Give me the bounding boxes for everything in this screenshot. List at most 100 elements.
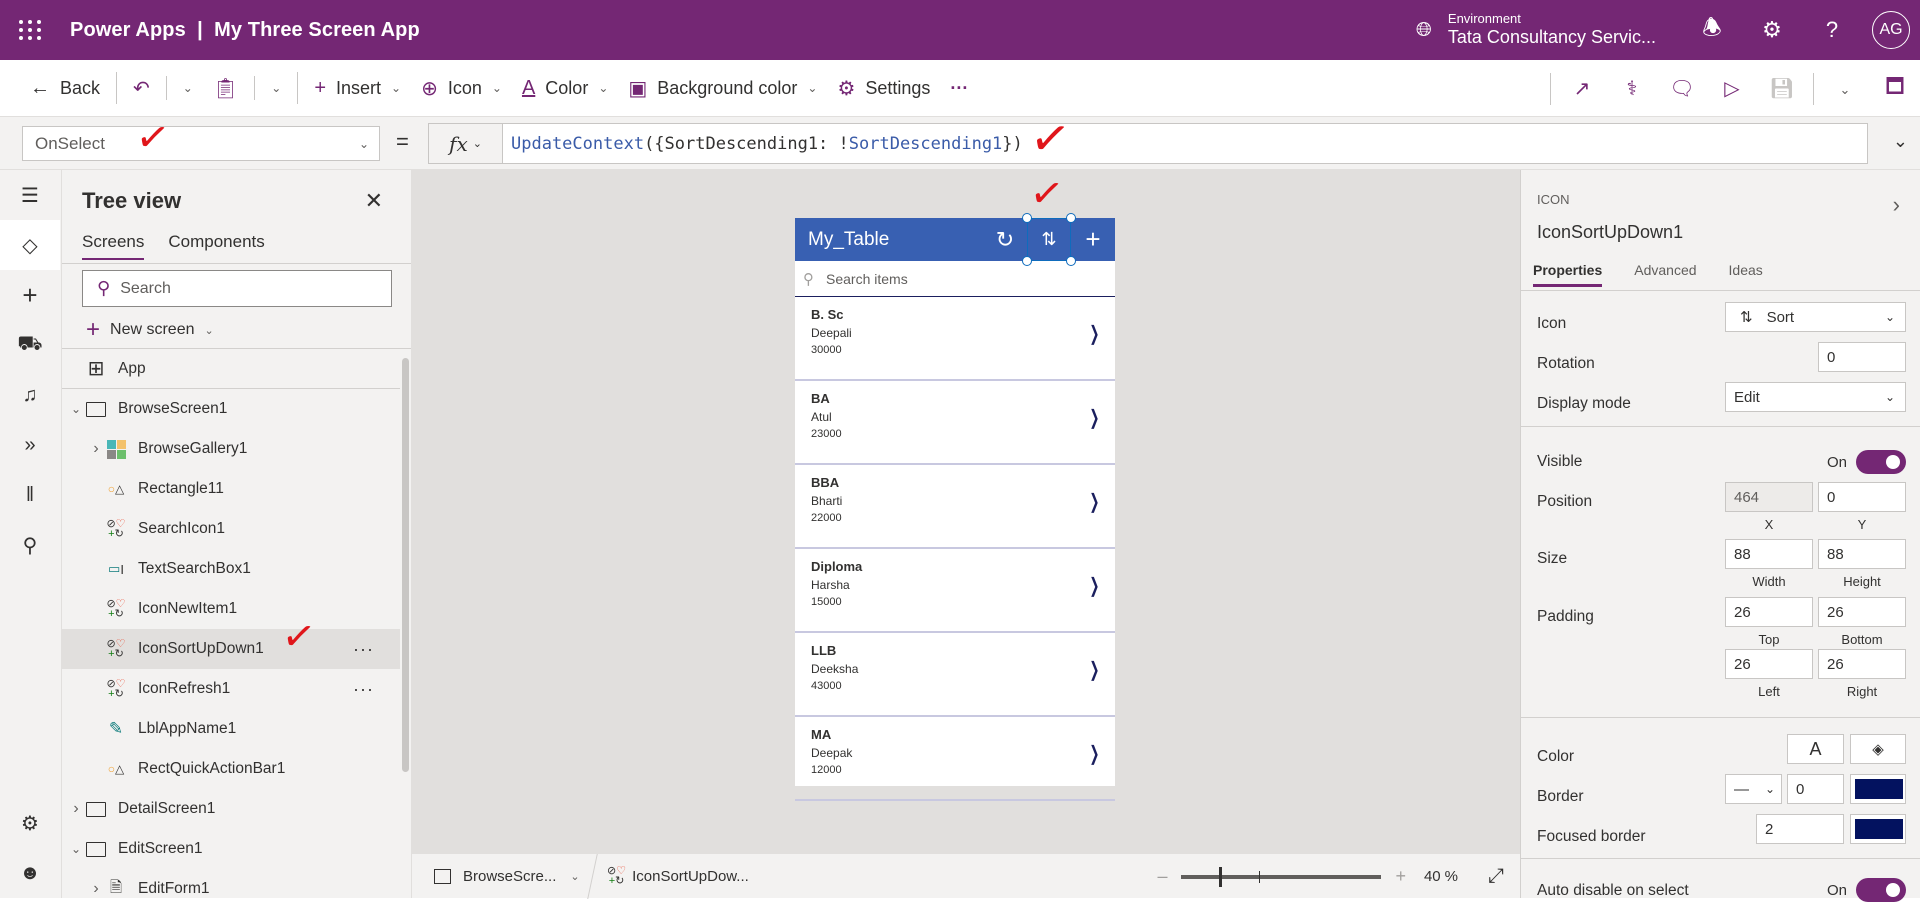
border-width-input[interactable]: 0 (1787, 774, 1844, 804)
app-search-box[interactable]: ⚲ Search items (795, 261, 1115, 297)
virtual-agent-button[interactable]: ☻ (0, 848, 60, 898)
tree-item[interactable]: ○ △ Rectangle11 (62, 469, 400, 509)
more-options-button[interactable]: ··· (353, 679, 374, 700)
power-automate-button[interactable]: » (0, 420, 60, 470)
preview-button[interactable]: ▷ (1707, 76, 1757, 101)
chevron-right-icon[interactable]: › (88, 880, 104, 898)
control-breadcrumb[interactable]: ⊘♡ +↻ IconSortUpDow... (607, 866, 749, 887)
back-button[interactable]: ← Back (20, 68, 110, 108)
zoom-out-button[interactable]: – (1157, 866, 1167, 887)
function-button[interactable]: fx ⌄ (429, 124, 503, 163)
chevron-right-icon[interactable]: ❯ (1090, 573, 1100, 597)
new-screen-button[interactable]: + New screen ⌄ (86, 316, 214, 344)
tab-components[interactable]: Components (168, 232, 264, 260)
chevron-down-icon[interactable]: ⌄ (68, 402, 84, 416)
chevron-right-icon[interactable]: ❯ (1090, 405, 1100, 429)
fill-color-picker[interactable]: ◈ (1850, 734, 1906, 764)
zoom-slider-thumb[interactable] (1219, 866, 1223, 887)
display-mode-dropdown[interactable]: Edit ⌄ (1725, 382, 1906, 412)
more-options-button[interactable]: ··· (353, 639, 374, 660)
tab-advanced[interactable]: Advanced (1634, 262, 1696, 287)
border-style-dropdown[interactable]: — ⌄ (1725, 774, 1782, 804)
chevron-right-icon[interactable]: › (88, 440, 104, 458)
gallery-row[interactable]: B. Sc Deepali 30000 ❯ (795, 297, 1115, 381)
undo-button[interactable]: ↶ (123, 68, 160, 108)
save-dropdown[interactable]: ⌄ (1820, 77, 1870, 100)
focused-border-width-input[interactable]: 2 (1756, 814, 1844, 844)
tree-search-input[interactable]: ⚲ Search (82, 270, 392, 307)
rotation-input[interactable]: 0 (1818, 342, 1906, 372)
border-color-picker[interactable] (1850, 774, 1906, 804)
tree-item[interactable]: ⊘♡ +↻ IconNewItem1 (62, 589, 400, 629)
chevron-right-icon[interactable]: ❯ (1090, 741, 1100, 765)
gallery-row[interactable]: Diploma Harsha 15000 ❯ (795, 549, 1115, 633)
app-checker-button[interactable]: ⚕︎ (1607, 76, 1657, 101)
zoom-slider[interactable] (1181, 866, 1382, 887)
padding-top-input[interactable]: 26 (1725, 597, 1813, 627)
tree-scrollbar[interactable] (402, 358, 409, 772)
color-button[interactable]: A Color ⌄ (512, 68, 618, 108)
paste-dropdown[interactable]: ⌄ (261, 68, 291, 108)
chevron-down-icon[interactable]: ⌄ (68, 842, 84, 856)
settings-rail-button[interactable]: ⚙︎ (0, 798, 60, 848)
app-name-label[interactable]: My_Table (808, 229, 889, 251)
tree-view-button[interactable]: ◇ (0, 220, 60, 270)
tree-item[interactable]: ⊘♡ +↻ IconSortUpDown1 ··· (62, 629, 400, 669)
resize-handle[interactable] (1022, 256, 1032, 266)
padding-bottom-input[interactable]: 26 (1818, 597, 1906, 627)
position-x-input[interactable]: 464 (1725, 482, 1813, 512)
more-commands-button[interactable]: ··· (940, 68, 978, 108)
menu-button[interactable]: ☰ (0, 170, 60, 220)
screen-breadcrumb[interactable]: BrowseScre... ⌄ (412, 868, 592, 885)
help-button[interactable]: ? (1802, 0, 1862, 60)
settings-cmd-button[interactable]: ⚙︎ Settings (827, 68, 940, 108)
tab-ideas[interactable]: Ideas (1729, 262, 1763, 287)
zoom-in-button[interactable]: + (1395, 866, 1406, 887)
tree-item[interactable]: ⌄ EditScreen1 (62, 829, 400, 869)
settings-button[interactable]: ⚙︎ (1742, 0, 1802, 60)
chevron-right-icon[interactable]: ❯ (1090, 321, 1100, 345)
chevron-right-icon[interactable]: ❯ (1090, 489, 1100, 513)
icon-dropdown[interactable]: ⇅ Sort ⌄ (1725, 302, 1906, 332)
save-button[interactable]: 💾︎ (1757, 76, 1807, 101)
share-button[interactable]: ↗ (1557, 76, 1607, 101)
gallery-row[interactable]: MA Deepak 12000 ❯ (795, 717, 1115, 801)
tab-properties[interactable]: Properties (1533, 262, 1603, 287)
environment-picker[interactable]: 🌐︎ Environment Tata Consultancy Servic..… (1416, 12, 1656, 48)
avatar[interactable]: AG (1872, 11, 1910, 49)
tree-item[interactable]: ⌄ BrowseScreen1 (62, 389, 400, 429)
tree-item[interactable]: ▭ I TextSearchBox1 (62, 549, 400, 589)
undo-dropdown[interactable]: ⌄ (173, 68, 203, 108)
resize-handle[interactable] (1066, 213, 1076, 223)
notifications-button[interactable]: 🕭︎ (1682, 0, 1742, 60)
paste-button[interactable]: 📋︎ (203, 68, 248, 108)
publish-button[interactable]: 🗖︎ (1870, 72, 1920, 106)
tree-item[interactable]: ⊞ App (62, 349, 400, 389)
insert-rail-button[interactable]: + (0, 270, 60, 320)
advanced-tools-button[interactable]: ‖ (0, 470, 60, 520)
chevron-right-icon[interactable]: › (68, 800, 84, 818)
fit-to-window-button[interactable]: ⤢ (1488, 865, 1504, 888)
design-canvas[interactable]: My_Table ↻ ⇅ + ⚲ Search items B. Sc Deepa… (412, 170, 1520, 853)
gallery-row[interactable]: BA Atul 23000 ❯ (795, 381, 1115, 465)
visible-toggle[interactable] (1856, 450, 1906, 474)
app-launcher-button[interactable] (0, 0, 60, 60)
collapse-panel-button[interactable]: › (1893, 192, 1900, 218)
formula-input[interactable]: fx ⌄ UpdateContext({SortDescending1: !So… (428, 123, 1868, 164)
icon-button[interactable]: ⊕ Icon ⌄ (411, 68, 512, 108)
tree-item[interactable]: ⊘♡ +↻ IconRefresh1 ··· (62, 669, 400, 709)
insert-button[interactable]: + Insert ⌄ (304, 68, 411, 108)
property-dropdown[interactable]: OnSelect ⌄ (22, 126, 380, 161)
close-tree-button[interactable]: ✕ (365, 188, 383, 214)
media-button[interactable]: ♫ (0, 370, 60, 420)
control-name[interactable]: IconSortUpDown1 (1537, 222, 1683, 243)
expand-formula-button[interactable]: ⌄ (1893, 131, 1908, 152)
resize-handle[interactable] (1022, 213, 1032, 223)
chevron-right-icon[interactable]: ❯ (1090, 657, 1100, 681)
auto-disable-toggle[interactable] (1856, 878, 1906, 902)
tree-item[interactable]: › DetailScreen1 (62, 789, 400, 829)
focused-border-color-picker[interactable] (1850, 814, 1906, 844)
background-color-button[interactable]: ▣ Background color ⌄ (618, 68, 827, 108)
gallery-row[interactable]: BBA Bharti 22000 ❯ (795, 465, 1115, 549)
comments-button[interactable]: 🗨︎ (1657, 76, 1707, 101)
